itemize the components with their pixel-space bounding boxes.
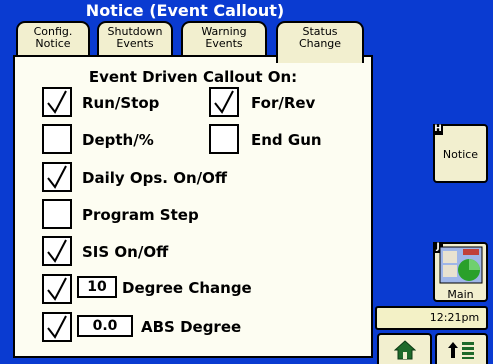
program-step-checkbox[interactable] (42, 199, 72, 229)
depth-checkbox[interactable] (42, 124, 72, 154)
for-rev-checkbox[interactable] (209, 87, 239, 117)
checkmark-icon (47, 165, 67, 189)
sis-checkbox[interactable] (42, 236, 72, 266)
checkmark-icon (214, 90, 234, 114)
abs-degree-value-field[interactable]: 0.0 (77, 315, 133, 337)
degree-change-value-field[interactable]: 10 (77, 276, 117, 298)
run-stop-label: Run/Stop (82, 94, 160, 112)
up-list-button[interactable] (435, 333, 488, 364)
home-icon (394, 340, 416, 360)
program-step-label: Program Step (82, 206, 199, 224)
abs-degree-label: ABS Degree (141, 318, 242, 336)
tab-label-line2: Events (116, 37, 154, 50)
degree-change-checkbox[interactable] (42, 274, 72, 304)
home-button[interactable] (377, 333, 432, 364)
tab-config-notice[interactable]: Config. Notice (16, 21, 90, 57)
degree-change-label: Degree Change (122, 279, 252, 297)
abs-degree-checkbox[interactable] (42, 312, 72, 342)
tab-status-change[interactable]: Status Change (276, 21, 364, 63)
screen-title: Notice (Event Callout) (85, 1, 285, 20)
run-stop-checkbox[interactable] (42, 87, 72, 117)
tab-warning-events[interactable]: Warning Events (181, 21, 267, 57)
checkmark-icon (47, 315, 67, 339)
daily-ops-label: Daily Ops. On/Off (82, 169, 228, 187)
panel-heading: Event Driven Callout On: (88, 68, 298, 86)
main-button[interactable]: J Main (433, 242, 488, 302)
notice-button-label: Notice (442, 148, 479, 161)
tab-shutdown-events[interactable]: Shutdown Events (97, 21, 173, 57)
main-screen-thumbnail-icon (439, 246, 483, 284)
sis-label: SIS On/Off (82, 243, 169, 261)
checkmark-icon (47, 277, 67, 301)
end-gun-label: End Gun (251, 131, 322, 149)
depth-label: Depth/% (82, 131, 154, 149)
tab-label-line2: Change (298, 37, 342, 50)
arrow-up-list-icon (448, 342, 474, 359)
checkmark-icon (47, 90, 67, 114)
end-gun-checkbox[interactable] (209, 124, 239, 154)
clock-display: 12:21pm (375, 306, 488, 330)
main-button-label: Main (447, 288, 474, 301)
tab-label-line2: Events (205, 37, 243, 50)
daily-ops-checkbox[interactable] (42, 162, 72, 192)
key-h-badge: H (433, 124, 443, 135)
tab-label-line2: Notice (35, 37, 71, 50)
notice-button[interactable]: H Notice (433, 124, 488, 183)
checkmark-icon (47, 239, 67, 263)
status-change-panel: Event Driven Callout On: Run/Stop For/Re… (13, 55, 373, 358)
for-rev-label: For/Rev (251, 94, 316, 112)
